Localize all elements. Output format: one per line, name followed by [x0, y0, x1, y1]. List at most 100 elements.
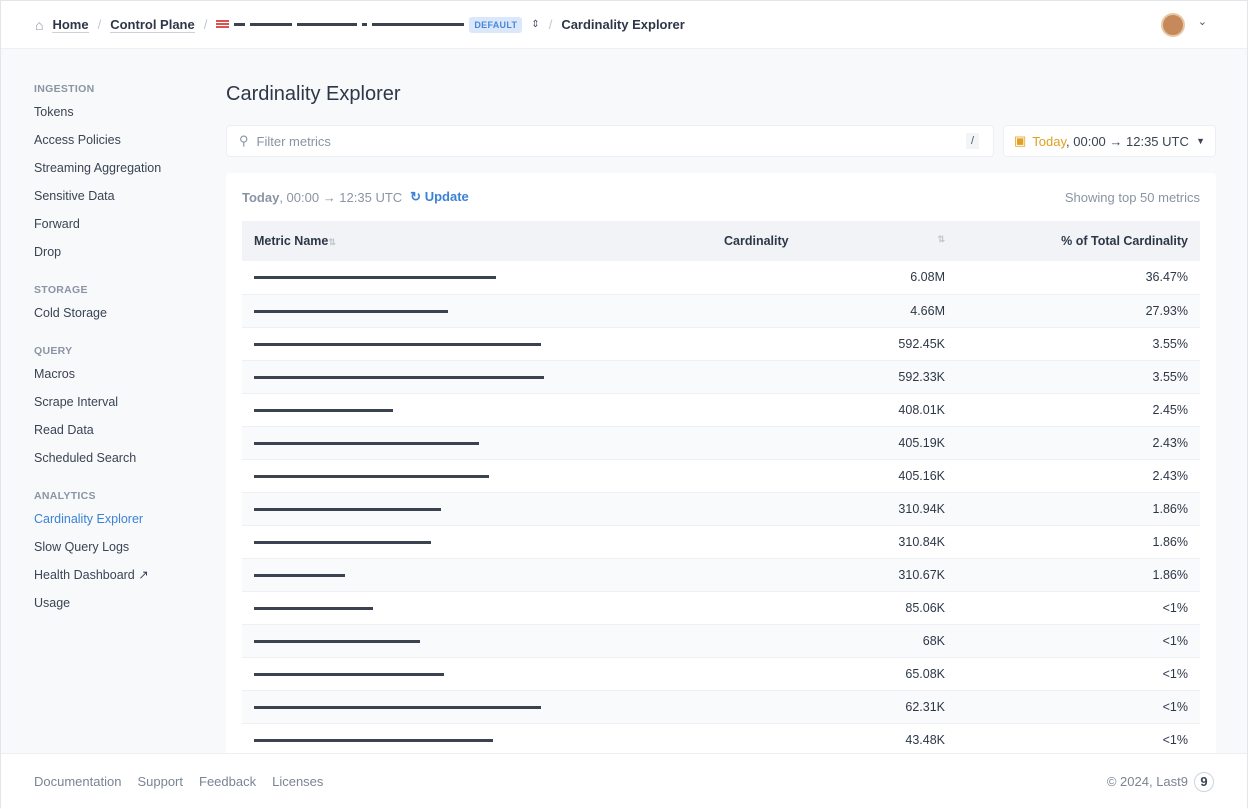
percent-value: 1.86% — [957, 525, 1200, 558]
table-row[interactable]: 85.06K <1% — [242, 591, 1200, 624]
footer-documentation[interactable]: Documentation — [34, 774, 121, 789]
redacted-text — [234, 23, 245, 26]
cardinality-value: 310.94K — [712, 492, 957, 525]
header-cardinality[interactable]: Cardinality⇅ — [712, 221, 957, 261]
breadcrumb-current: Cardinality Explorer — [561, 17, 685, 32]
chevron-down-icon[interactable]: ⌄ — [1198, 15, 1207, 28]
sidebar-item[interactable]: Cardinality Explorer — [34, 513, 204, 541]
update-button[interactable]: ↻ Update — [410, 189, 469, 205]
metric-name[interactable] — [242, 492, 712, 525]
sidebar-item[interactable]: Slow Query Logs — [34, 541, 204, 569]
sidebar-item[interactable]: Sensitive Data — [34, 190, 204, 218]
metric-name[interactable] — [242, 591, 712, 624]
header-percent[interactable]: % of Total Cardinality — [957, 221, 1200, 261]
sidebar-item[interactable]: Read Data — [34, 424, 204, 452]
metric-name[interactable] — [242, 525, 712, 558]
breadcrumb-home[interactable]: Home — [52, 17, 88, 33]
metric-name[interactable] — [242, 459, 712, 492]
sidebar-item[interactable]: Scrape Interval — [34, 396, 204, 424]
sort-icon[interactable]: ⇅ — [328, 237, 336, 247]
table-row[interactable]: 310.67K 1.86% — [242, 558, 1200, 591]
footer-feedback[interactable]: Feedback — [199, 774, 256, 789]
percent-value: <1% — [957, 624, 1200, 657]
sort-icon[interactable]: ⇅ — [937, 234, 945, 245]
sidebar-item[interactable]: Access Policies — [34, 134, 204, 162]
metric-name[interactable] — [242, 294, 712, 327]
sidebar-item[interactable]: Tokens — [34, 106, 204, 134]
range-today: Today — [242, 190, 279, 205]
table-row[interactable]: 310.94K 1.86% — [242, 492, 1200, 525]
sidebar-item[interactable]: Cold Storage — [34, 307, 204, 335]
sidebar-section-title: INGESTION — [34, 83, 204, 95]
separator: / — [98, 17, 102, 32]
default-badge: DEFAULT — [469, 17, 522, 33]
breadcrumb-control-plane[interactable]: Control Plane — [110, 17, 195, 33]
showing-count: Showing top 50 metrics — [1065, 190, 1200, 205]
table-row[interactable]: 62.31K <1% — [242, 690, 1200, 723]
header-metric-name[interactable]: Metric Name⇅ — [242, 221, 712, 261]
metric-name[interactable] — [242, 558, 712, 591]
metric-name[interactable] — [242, 327, 712, 360]
redacted-text — [250, 23, 292, 26]
cardinality-value: 310.67K — [712, 558, 957, 591]
sidebar-item[interactable]: Scheduled Search — [34, 452, 204, 480]
separator: / — [204, 17, 208, 32]
refresh-icon: ↻ — [410, 189, 421, 204]
us-flag-icon — [216, 20, 229, 29]
sidebar-item[interactable]: Streaming Aggregation — [34, 162, 204, 190]
date-range: , 00:00 → 12:35 UTC — [1066, 134, 1189, 149]
table-row[interactable]: 65.08K <1% — [242, 657, 1200, 690]
range-text: , 00:00 → 12:35 UTC — [279, 190, 402, 205]
table-row[interactable]: 43.48K <1% — [242, 723, 1200, 756]
avatar[interactable] — [1161, 13, 1185, 37]
metric-name[interactable] — [242, 723, 712, 756]
cardinality-value: 592.33K — [712, 360, 957, 393]
table-row[interactable]: 408.01K 2.45% — [242, 393, 1200, 426]
sidebar-item[interactable]: Health Dashboard ↗ — [34, 569, 204, 597]
redacted-text — [372, 23, 464, 26]
page-title: Cardinality Explorer — [226, 83, 1216, 125]
table-row[interactable]: 68K <1% — [242, 624, 1200, 657]
search-icon: ⚲ — [239, 133, 249, 149]
redacted-text — [297, 23, 357, 26]
sidebar-item[interactable]: Forward — [34, 218, 204, 246]
table-row[interactable]: 592.45K 3.55% — [242, 327, 1200, 360]
cardinality-value: 85.06K — [712, 591, 957, 624]
table-row[interactable]: 6.08M 36.47% — [242, 261, 1200, 294]
cardinality-card: Today, 00:00 → 12:35 UTC ↻ Update Showin… — [226, 173, 1216, 763]
metric-name[interactable] — [242, 657, 712, 690]
footer-support[interactable]: Support — [137, 774, 183, 789]
percent-value: <1% — [957, 657, 1200, 690]
percent-value: <1% — [957, 690, 1200, 723]
percent-value: 1.86% — [957, 492, 1200, 525]
cardinality-value: 408.01K — [712, 393, 957, 426]
home-icon[interactable]: ⌂ — [35, 17, 43, 33]
metric-name[interactable] — [242, 690, 712, 723]
caret-down-icon: ▼ — [1196, 136, 1205, 146]
update-label: Update — [425, 189, 469, 204]
metrics-table: Metric Name⇅ Cardinality⇅ % of Total Car… — [242, 221, 1200, 757]
date-range-picker[interactable]: ▣ Today, 00:00 → 12:35 UTC ▼ — [1003, 125, 1216, 157]
percent-value: 3.55% — [957, 360, 1200, 393]
cardinality-value: 43.48K — [712, 723, 957, 756]
table-row[interactable]: 310.84K 1.86% — [242, 525, 1200, 558]
sidebar-item[interactable]: Usage — [34, 597, 204, 625]
redacted-text — [362, 23, 367, 26]
updown-chevron-icon[interactable]: ⇕ — [531, 19, 539, 30]
metric-name[interactable] — [242, 393, 712, 426]
metric-name[interactable] — [242, 261, 712, 294]
cluster-selector[interactable]: DEFAULT ⇕ — [216, 17, 539, 33]
metric-name[interactable] — [242, 360, 712, 393]
table-row[interactable]: 592.33K 3.55% — [242, 360, 1200, 393]
table-row[interactable]: 405.16K 2.43% — [242, 459, 1200, 492]
footer-licenses[interactable]: Licenses — [272, 774, 323, 789]
filter-metrics-input[interactable]: ⚲ Filter metrics / — [226, 125, 994, 157]
metric-name[interactable] — [242, 426, 712, 459]
metric-name[interactable] — [242, 624, 712, 657]
copyright: © 2024, Last9 — [1107, 774, 1188, 789]
table-row[interactable]: 405.19K 2.43% — [242, 426, 1200, 459]
sidebar-item[interactable]: Drop — [34, 246, 204, 274]
calendar-icon: ▣ — [1014, 133, 1026, 149]
sidebar-item[interactable]: Macros — [34, 368, 204, 396]
table-row[interactable]: 4.66M 27.93% — [242, 294, 1200, 327]
